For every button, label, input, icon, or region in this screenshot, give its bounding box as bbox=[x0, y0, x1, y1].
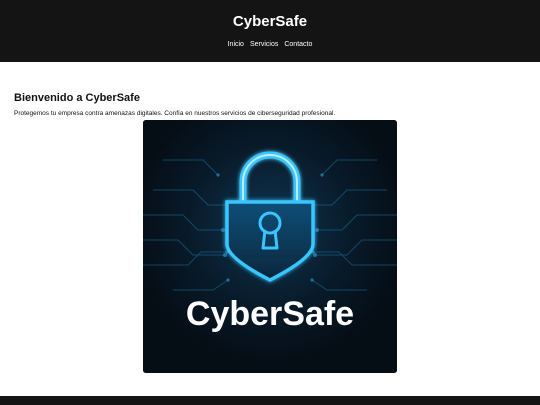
intro-text: Protegemos tu empresa contra amenazas di… bbox=[14, 109, 336, 117]
main-nav: Inicio Servicios Contacto bbox=[0, 40, 540, 49]
hero-image: CyberSafe bbox=[143, 120, 397, 373]
site-header: CyberSafe Inicio Servicios Contacto bbox=[0, 0, 540, 62]
site-footer bbox=[0, 396, 540, 405]
site-title: CyberSafe bbox=[232, 13, 308, 30]
hero-brand-text: CyberSafe bbox=[186, 295, 354, 333]
hero-illustration: CyberSafe bbox=[143, 120, 397, 373]
nav-link-servicios[interactable]: Servicios bbox=[250, 40, 278, 49]
welcome-heading: Bienvenido a CyberSafe bbox=[14, 92, 140, 105]
nav-link-contacto[interactable]: Contacto bbox=[284, 40, 312, 49]
nav-link-inicio[interactable]: Inicio bbox=[228, 40, 244, 49]
